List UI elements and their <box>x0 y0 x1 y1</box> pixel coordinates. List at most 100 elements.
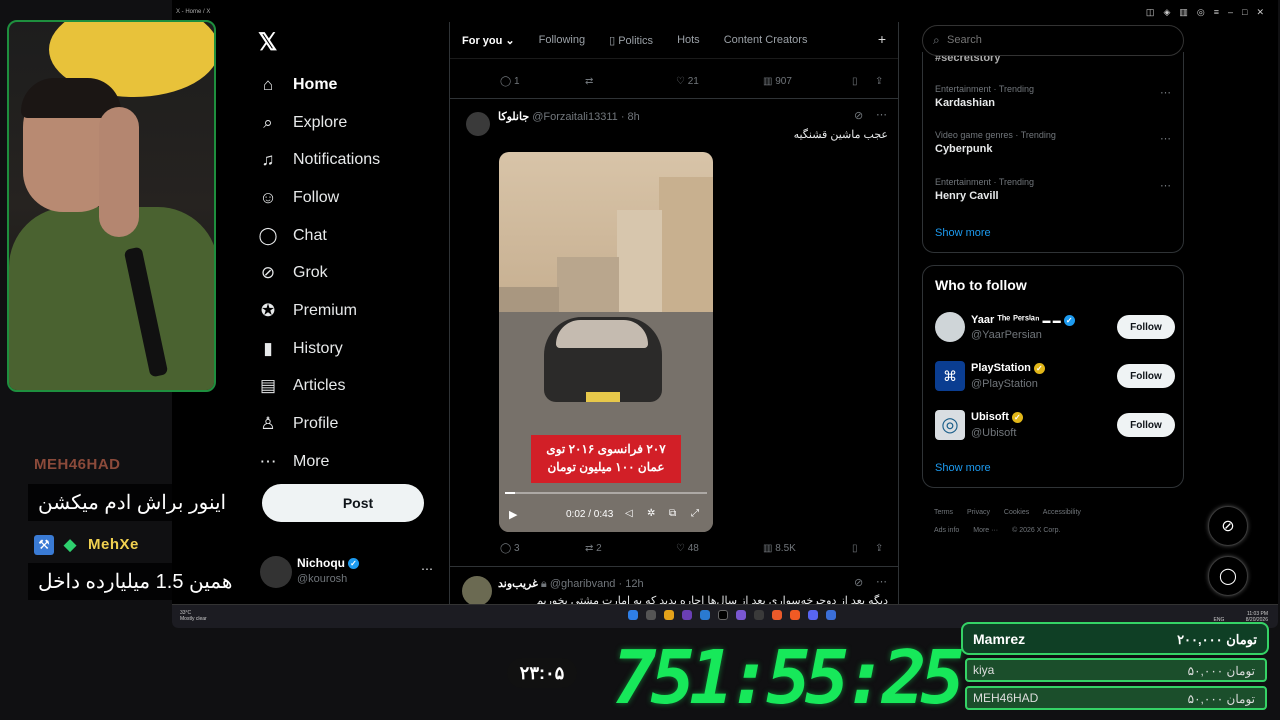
grok-icon[interactable]: ⊘ <box>854 576 863 589</box>
video-player[interactable]: ۲۰۷ فرانسوی ۲۰۱۶ توی عمان ۱۰۰ میلیون توم… <box>499 152 713 532</box>
extension-icon[interactable]: ◫ <box>1146 7 1155 18</box>
weather-widget[interactable]: 33°C Mostly clear <box>180 610 207 622</box>
close-icon[interactable]: ✕ <box>1256 7 1264 18</box>
tab-content-creators[interactable]: Content Creators <box>724 34 808 46</box>
author-name[interactable]: غریب‌وند <box>498 578 538 590</box>
settings-icon[interactable]: ✲ <box>647 508 655 519</box>
like-button[interactable]: ♡ 48 <box>676 543 699 554</box>
trend-item[interactable]: Entertainment · Trending Kardashian ⋯ <box>935 84 1175 109</box>
footer-link[interactable]: More ··· <box>973 527 998 534</box>
app-icon[interactable] <box>754 610 764 620</box>
search-bar[interactable]: ⌕ <box>922 25 1184 56</box>
discord-icon[interactable] <box>808 610 818 620</box>
footer-link[interactable]: Terms <box>934 509 953 516</box>
app-icon[interactable] <box>826 610 836 620</box>
reply-button[interactable]: ◯ 3 <box>500 543 520 554</box>
more-options-icon[interactable]: ⋯ <box>1160 86 1171 99</box>
tweet-time[interactable]: 12h <box>625 578 643 590</box>
post-button[interactable]: Post <box>262 484 424 522</box>
maximize-icon[interactable]: □ <box>1242 7 1247 18</box>
suggested-account[interactable]: ⌘ PlayStation ✓ @PlayStation Follow <box>935 359 1175 395</box>
minimize-icon[interactable]: – <box>1228 7 1233 18</box>
show-more-link[interactable]: Show more <box>935 462 991 474</box>
x-app-icon[interactable] <box>718 610 728 620</box>
follow-button[interactable]: Follow <box>1117 315 1175 339</box>
follow-button[interactable]: Follow <box>1117 413 1175 437</box>
sidebar-item-premium[interactable]: ✪ Premium <box>258 292 380 330</box>
sidebar-item-history[interactable]: ▮ History <box>258 330 380 368</box>
menu-icon[interactable]: ≡ <box>1214 7 1219 18</box>
show-more-link[interactable]: Show more <box>935 227 991 239</box>
play-icon[interactable]: ▶ <box>509 508 517 521</box>
tab-for-you[interactable]: For you ⌄ <box>462 34 515 47</box>
messages-button[interactable]: ◯ <box>1208 556 1248 596</box>
views-button[interactable]: ▥ 907 <box>763 76 792 87</box>
app-icon[interactable] <box>682 610 692 620</box>
trend-item[interactable]: Video game genres · Trending Cyberpunk ⋯ <box>935 130 1175 155</box>
avatar[interactable] <box>466 112 490 136</box>
avatar[interactable] <box>462 576 492 606</box>
share-icon[interactable]: ⇪ <box>875 76 883 87</box>
shield-icon[interactable]: ◈ <box>1163 7 1170 18</box>
trends-panel: #secretstory Entertainment · Trending Ka… <box>922 52 1184 253</box>
suggested-account[interactable]: ◎ Ubisoft ✓ @Ubisoft Follow <box>935 408 1175 444</box>
more-options-icon[interactable]: ⋯ <box>1160 132 1171 145</box>
sidebar-item-profile[interactable]: ♙ Profile <box>258 405 380 443</box>
sidebar-item-home[interactable]: ⌂ Home <box>258 66 380 104</box>
sidebar-item-grok[interactable]: ⊘ Grok <box>258 254 380 292</box>
trend-item[interactable]: Entertainment · Trending Henry Cavill ⋯ <box>935 177 1175 202</box>
author-name[interactable]: جانلوکا <box>498 111 529 123</box>
browser-icon[interactable] <box>772 610 782 620</box>
share-icon[interactable]: ⇪ <box>875 543 883 554</box>
views-button[interactable]: ▥ 8.5K <box>763 543 796 554</box>
sidebar-item-articles[interactable]: ▤ Articles <box>258 368 380 406</box>
search-input[interactable] <box>947 34 1147 46</box>
suggested-account[interactable]: Yaar ᵀʰᵉ ᴾᵉʳˢⁱᵃⁿ ▬ ▬ ✓ @YaarPersian Follo… <box>935 310 1175 346</box>
vscode-icon[interactable] <box>700 610 710 620</box>
grok-button[interactable]: ⊘ <box>1208 506 1248 546</box>
footer-link[interactable]: Accessibility <box>1043 509 1081 516</box>
more-options-icon[interactable]: ⋯ <box>421 562 433 576</box>
copilot-icon[interactable]: ◎ <box>1197 7 1205 18</box>
more-options-icon[interactable]: ⋯ <box>876 108 887 121</box>
add-tab-icon[interactable]: + <box>878 31 886 47</box>
pip-icon[interactable]: ⧉ <box>669 508 676 519</box>
more-options-icon[interactable]: ⋯ <box>1160 179 1171 192</box>
taskbar-apps <box>628 610 836 620</box>
search-taskbar-icon[interactable] <box>646 610 656 620</box>
bookmark-icon[interactable]: ▯ <box>852 76 858 87</box>
explorer-icon[interactable] <box>664 610 674 620</box>
x-logo[interactable]: 𝕏 <box>258 28 277 57</box>
tweet-time[interactable]: 8h <box>628 111 640 123</box>
sidebar-item-chat[interactable]: ◯ Chat <box>258 217 380 255</box>
follow-button[interactable]: Follow <box>1117 364 1175 388</box>
more-options-icon[interactable]: ⋯ <box>876 575 887 588</box>
tab-hots[interactable]: Hots <box>677 34 700 46</box>
sidebar-item-notifications[interactable]: ♫ Notifications <box>258 141 381 179</box>
reply-button[interactable]: ◯ 1 <box>500 76 520 87</box>
footer-link[interactable]: Privacy <box>967 509 990 516</box>
like-button[interactable]: ♡ 21 <box>676 76 699 87</box>
account-switcher[interactable]: Nichoqu ✓ @kourosh ⋯ <box>260 554 436 594</box>
sidebar-item-follow[interactable]: ☺ Follow <box>258 179 380 217</box>
tab-following[interactable]: Following <box>539 34 585 46</box>
brave-icon[interactable] <box>790 610 800 620</box>
windows-start-icon[interactable] <box>628 610 638 620</box>
app-icon[interactable] <box>736 610 746 620</box>
sidebar-item-more[interactable]: ⋯ More <box>258 443 380 481</box>
bookmark-icon[interactable]: ▯ <box>852 543 858 554</box>
sidebar-icon[interactable]: ▥ <box>1179 7 1188 18</box>
tab-politics[interactable]: ▯ Politics <box>609 34 653 47</box>
grok-icon[interactable]: ⊘ <box>854 109 863 122</box>
retweet-button[interactable]: ⇄ <box>585 76 593 87</box>
sidebar-item-label: Notifications <box>293 151 381 169</box>
footer-link[interactable]: Cookies <box>1004 509 1029 516</box>
author-handle[interactable]: @gharibvand <box>550 578 616 590</box>
footer-link[interactable]: Ads info <box>934 527 959 534</box>
video-progress-bar[interactable] <box>505 492 707 494</box>
sidebar-item-explore[interactable]: ⌕ Explore <box>258 104 380 142</box>
volume-icon[interactable]: ◁ <box>625 508 633 519</box>
fullscreen-icon[interactable]: ⤢ <box>691 508 699 519</box>
retweet-button[interactable]: ⇄ 2 <box>585 543 602 554</box>
author-handle[interactable]: @Forzaitali13311 <box>532 111 618 123</box>
